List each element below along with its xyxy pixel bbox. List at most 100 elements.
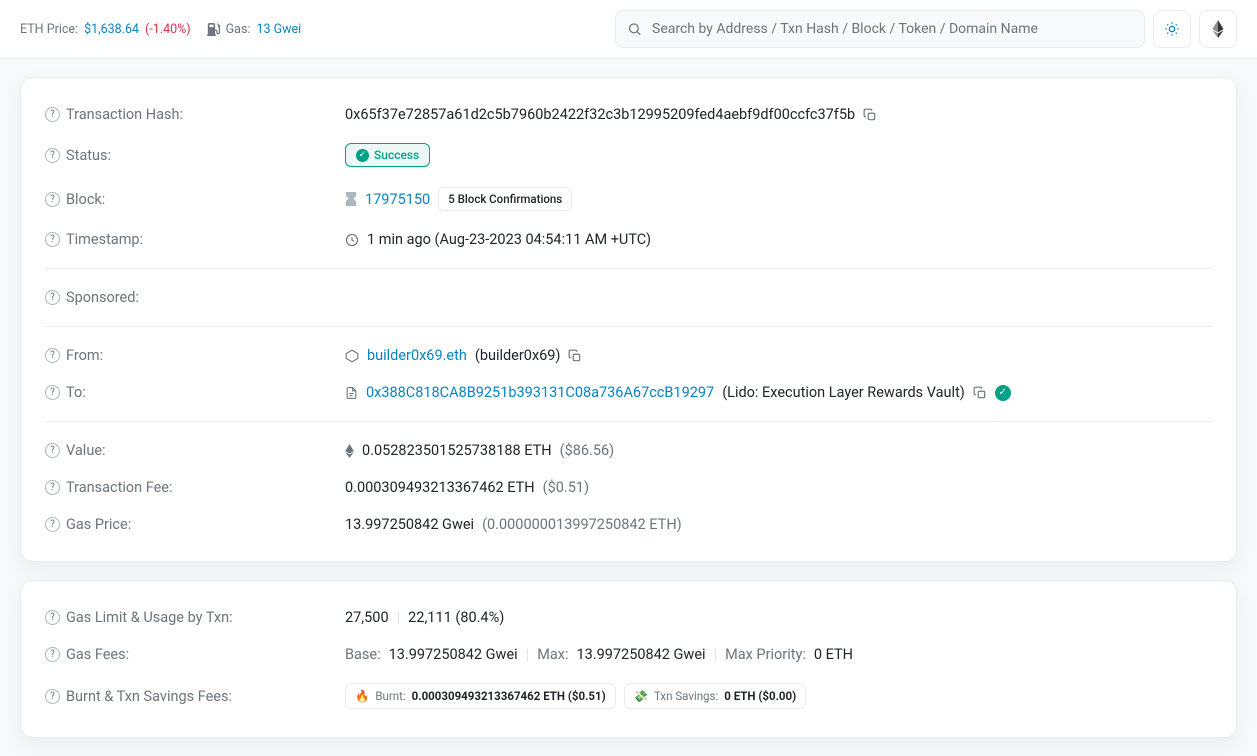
pipe-separator: | [526, 646, 530, 663]
help-icon[interactable]: ? [45, 348, 60, 363]
market-info: ETH Price: $1,638.64 (-1.40%) Gas: 13 Gw… [20, 22, 301, 37]
fee-eth: 0.000309493213367462 ETH [345, 479, 535, 496]
help-icon[interactable]: ? [45, 290, 60, 305]
label-fee: Transaction Fee: [66, 479, 173, 496]
ethereum-icon [345, 444, 354, 458]
value-usd: ($86.56) [560, 442, 615, 459]
status-badge: ✓Success [345, 143, 430, 167]
max-key: Max: [537, 646, 568, 663]
eth-price-change: (-1.40%) [145, 22, 191, 37]
contract-icon [345, 386, 358, 400]
row-gas-limit: ? Gas Limit & Usage by Txn: 27,500 | 22,1… [21, 599, 1236, 636]
row-gasprice: ? Gas Price: 13.997250842 Gwei (0.0000000… [21, 506, 1236, 543]
copy-icon[interactable] [568, 349, 582, 363]
label-burnt: Burnt & Txn Savings Fees: [66, 688, 232, 705]
help-icon[interactable]: ? [45, 517, 60, 532]
check-icon: ✓ [356, 149, 369, 162]
eth-price-value[interactable]: $1,638.64 [84, 22, 139, 37]
label-value: Value: [66, 442, 106, 459]
eth-price-label: ETH Price: [20, 22, 78, 37]
help-icon[interactable]: ? [45, 232, 60, 247]
theme-toggle-button[interactable] [1153, 10, 1191, 48]
help-icon[interactable]: ? [45, 443, 60, 458]
label-gasprice: Gas Price: [66, 516, 131, 533]
search-input[interactable] [615, 10, 1145, 48]
gas-pump-icon [207, 23, 220, 36]
help-icon[interactable]: ? [45, 480, 60, 495]
to-name: (Lido: Execution Layer Rewards Vault) [722, 384, 965, 401]
gas-used: 22,111 (80.4%) [408, 609, 504, 626]
help-icon[interactable]: ? [45, 107, 60, 122]
from-address-link[interactable]: builder0x69.eth [367, 347, 467, 364]
help-icon[interactable]: ? [45, 385, 60, 400]
txn-hash: 0x65f37e72857a61d2c5b7960b2422f32c3b1299… [345, 106, 855, 123]
gas-value[interactable]: 13 Gwei [256, 22, 301, 37]
label-status: Status: [66, 147, 111, 164]
gasprice-gwei: 13.997250842 Gwei [345, 516, 474, 533]
help-icon[interactable]: ? [45, 647, 60, 662]
row-timestamp: ? Timestamp: 1 min ago (Aug-23-2023 04:54… [21, 221, 1236, 258]
base-key: Base: [345, 646, 381, 663]
burnt-key: Burnt: [375, 689, 405, 703]
search-wrap [615, 10, 1145, 48]
row-to: ? To: 0x388C818CA8B9251b393131C08a736A67c… [21, 374, 1236, 411]
divider [45, 421, 1212, 422]
hourglass-icon [345, 192, 357, 206]
divider [45, 268, 1212, 269]
label-hash: Transaction Hash: [66, 106, 183, 123]
savings-icon: 💸 [634, 689, 648, 703]
confirmations-pill: 5 Block Confirmations [438, 187, 572, 211]
gasprice-eth: (0.000000013997250842 ETH) [482, 516, 682, 533]
help-icon[interactable]: ? [45, 689, 60, 704]
row-from: ?From: builder0x69.eth (builder0x69) [21, 337, 1236, 374]
save-val: 0 ETH ($0.00) [724, 689, 796, 703]
block-number-link[interactable]: 17975150 [365, 191, 430, 208]
burnt-pill: 🔥 Burnt: 0.000309493213367462 ETH ($0.51… [345, 683, 616, 709]
txn-details-card: ? Transaction Hash: 0x65f37e72857a61d2c5b… [20, 77, 1237, 562]
pipe-separator: | [397, 609, 401, 626]
topbar-right [615, 10, 1237, 48]
gas-label: Gas: [226, 22, 251, 37]
ens-icon [345, 349, 359, 363]
row-burnt: ? Burnt & Txn Savings Fees: 🔥 Burnt: 0.00… [21, 673, 1236, 719]
maxp-key: Max Priority: [725, 646, 806, 663]
verified-icon: ✓ [995, 385, 1011, 401]
label-gas-fees: Gas Fees: [66, 646, 129, 663]
row-gas-fees: ? Gas Fees: Base: 13.997250842 Gwei | Max… [21, 636, 1236, 673]
to-address-link[interactable]: 0x388C818CA8B9251b393131C08a736A67ccB192… [366, 384, 714, 401]
row-value: ? Value: 0.052823501525738188 ETH ($86.56… [21, 432, 1236, 469]
copy-icon[interactable] [863, 108, 877, 122]
maxp-val: 0 ETH [814, 646, 853, 663]
label-gas-limit: Gas Limit & Usage by Txn: [66, 609, 233, 626]
row-block: ? Block: 17975150 5 Block Confirmations [21, 177, 1236, 221]
search-icon [627, 22, 642, 37]
burnt-val: 0.000309493213367462 ETH ($0.51) [412, 689, 606, 703]
row-status: ? Status: ✓Success [21, 133, 1236, 177]
ethereum-network-button[interactable] [1199, 10, 1237, 48]
fee-usd: ($0.51) [543, 479, 589, 496]
gas-limit: 27,500 [345, 609, 389, 626]
row-hash: ? Transaction Hash: 0x65f37e72857a61d2c5b… [21, 96, 1236, 133]
help-icon[interactable]: ? [45, 192, 60, 207]
fire-icon: 🔥 [355, 689, 369, 703]
clock-icon [345, 233, 359, 247]
copy-icon[interactable] [973, 386, 987, 400]
divider [45, 326, 1212, 327]
top-bar: ETH Price: $1,638.64 (-1.40%) Gas: 13 Gw… [0, 0, 1257, 59]
base-val: 13.997250842 Gwei [389, 646, 518, 663]
pipe-separator: | [714, 646, 718, 663]
savings-pill: 💸 Txn Savings: 0 ETH ($0.00) [624, 683, 807, 709]
label-block: Block: [66, 191, 105, 208]
label-to: To: [66, 384, 86, 401]
label-timestamp: Timestamp: [66, 231, 143, 248]
max-val: 13.997250842 Gwei [576, 646, 705, 663]
value-eth: 0.052823501525738188 ETH [362, 442, 552, 459]
help-icon[interactable]: ? [45, 148, 60, 163]
row-fee: ? Transaction Fee: 0.000309493213367462 E… [21, 469, 1236, 506]
timestamp-value: 1 min ago (Aug-23-2023 04:54:11 AM +UTC) [367, 231, 651, 248]
save-key: Txn Savings: [654, 689, 718, 703]
from-name: (builder0x69) [475, 347, 561, 364]
gas-details-card: ? Gas Limit & Usage by Txn: 27,500 | 22,1… [20, 580, 1237, 738]
help-icon[interactable]: ? [45, 610, 60, 625]
label-sponsored: Sponsored: [66, 289, 139, 306]
